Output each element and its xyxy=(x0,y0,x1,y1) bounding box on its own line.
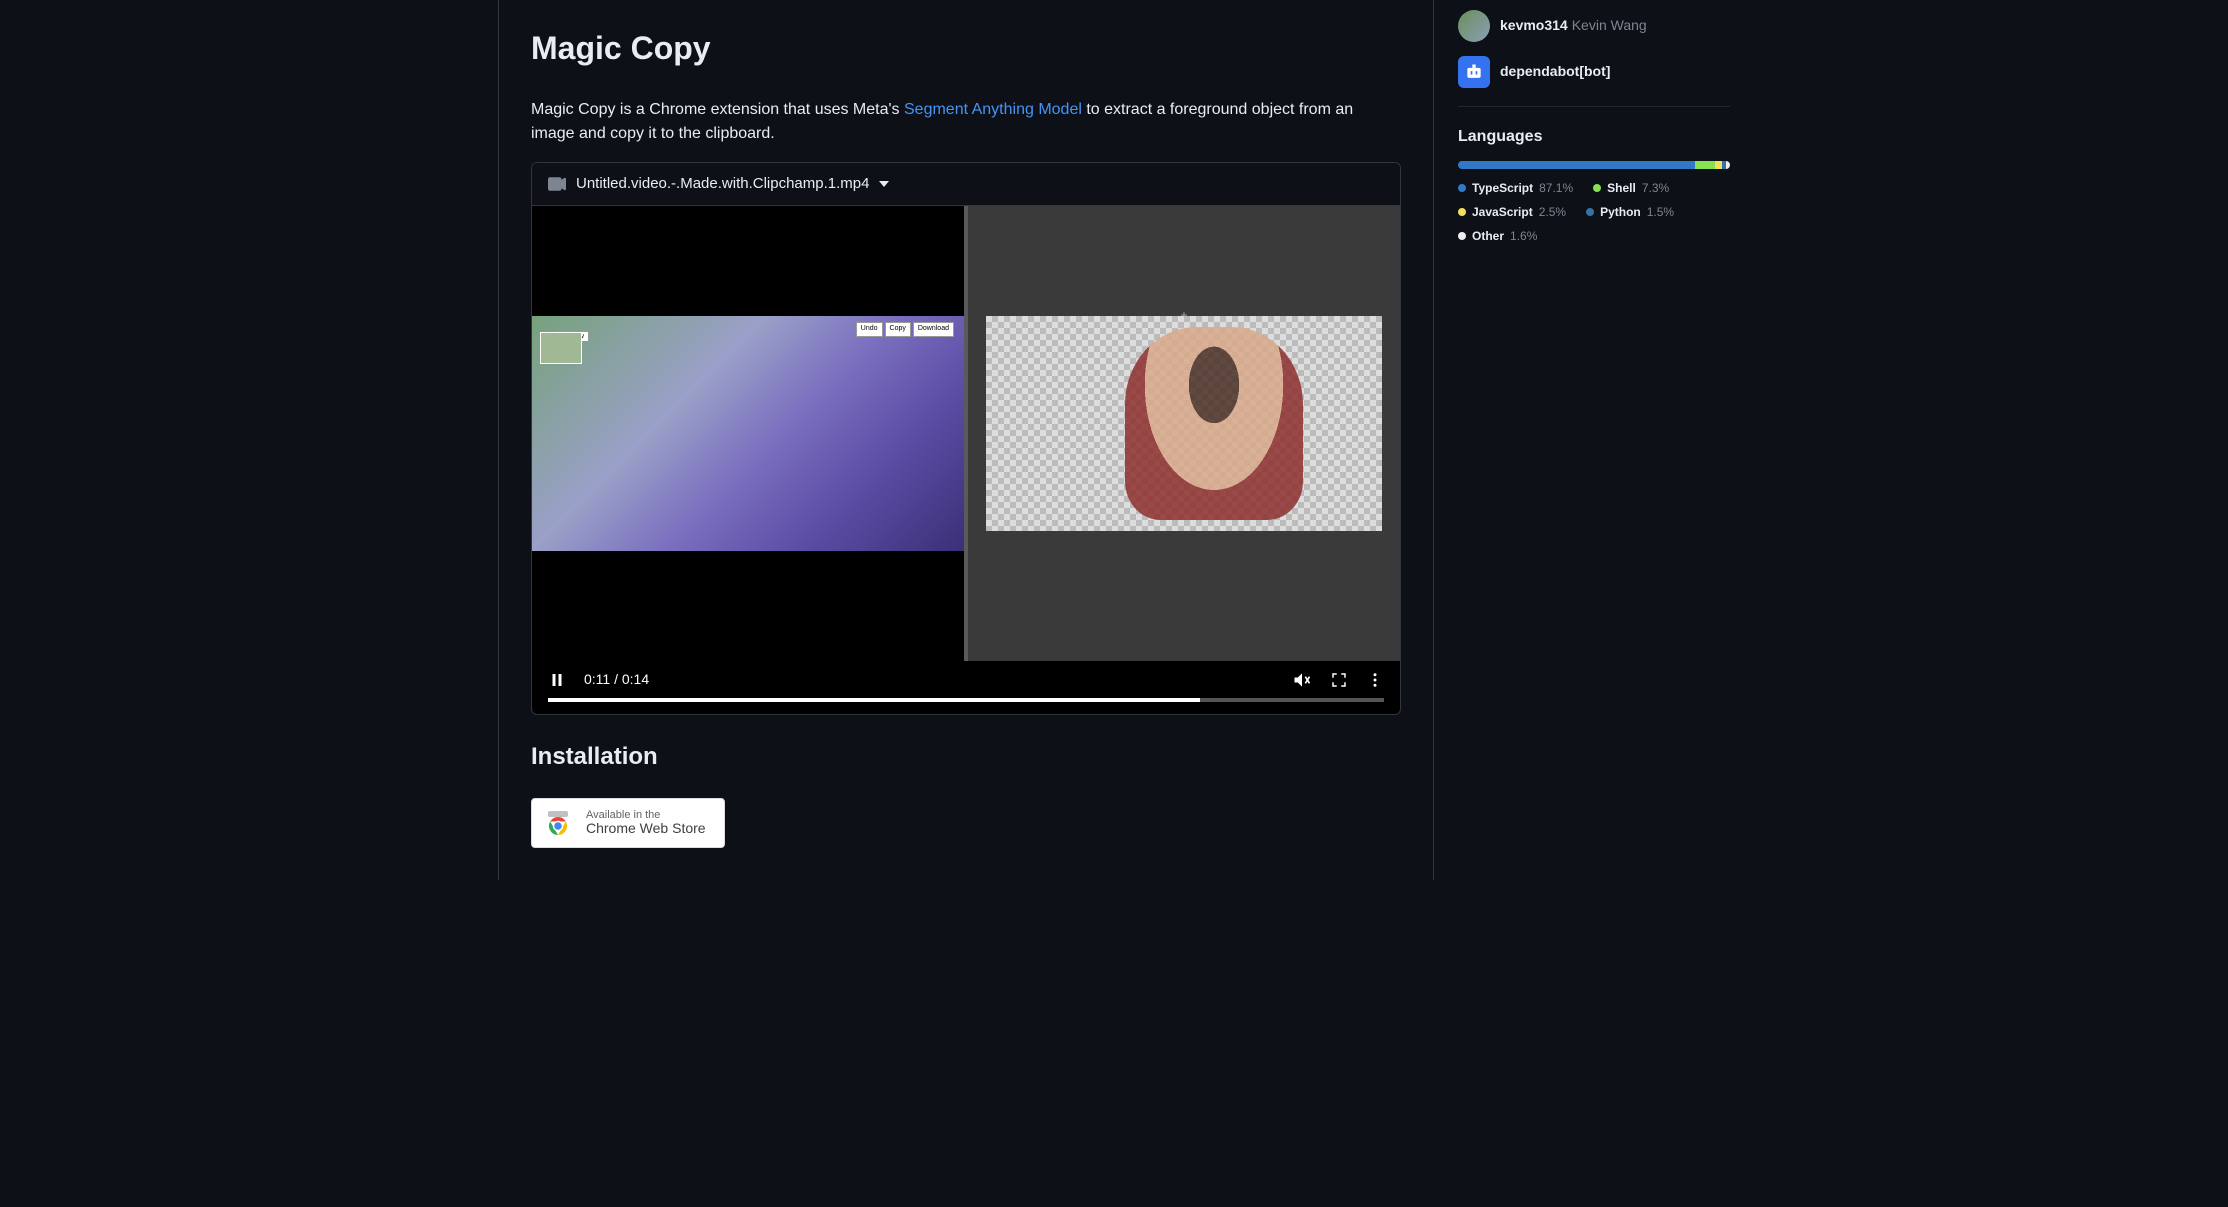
mute-button[interactable] xyxy=(1292,670,1312,690)
video-header[interactable]: Untitled.video.-.Made.with.Clipchamp.1.m… xyxy=(532,163,1400,207)
video-progress-bar[interactable] xyxy=(548,698,1384,702)
sidebar: kevmo314Kevin Wang dependabot[bot] Langu… xyxy=(1434,0,1730,880)
sam-link[interactable]: Segment Anything Model xyxy=(904,101,1082,118)
readme-main: Magic Copy Magic Copy is a Chrome extens… xyxy=(498,0,1434,880)
lang-bar-other xyxy=(1726,161,1730,169)
contributor-username: kevmo314 xyxy=(1500,17,1568,33)
lang-item-javascript[interactable]: JavaScript 2.5% xyxy=(1458,203,1566,221)
readme-title: Magic Copy xyxy=(531,24,1401,82)
contributor-dependabot[interactable]: dependabot[bot] xyxy=(1458,56,1730,88)
chrome-icon xyxy=(544,811,572,835)
lang-dot-icon xyxy=(1458,208,1466,216)
avatar xyxy=(1458,10,1490,42)
contributor-fullname: Kevin Wang xyxy=(1572,17,1647,33)
lang-bar-javascript xyxy=(1715,161,1722,169)
video-controls: 0:11 / 0:14 xyxy=(532,661,1400,694)
lang-dot-icon xyxy=(1586,208,1594,216)
languages-heading: Languages xyxy=(1458,125,1730,149)
contributor-username: dependabot[bot] xyxy=(1500,63,1610,79)
cws-line2: Chrome Web Store xyxy=(586,821,706,836)
video-time-display: 0:11 / 0:14 xyxy=(584,669,649,690)
lang-item-typescript[interactable]: TypeScript 87.1% xyxy=(1458,179,1573,197)
pause-button[interactable] xyxy=(548,671,566,689)
caret-down-icon xyxy=(879,179,889,189)
video-progress-fill xyxy=(548,698,1200,702)
installation-heading: Installation xyxy=(531,739,1401,782)
overlay-thumbnail xyxy=(540,332,582,364)
lang-dot-icon xyxy=(1458,184,1466,192)
overlay-action-buttons: Undo Copy Download xyxy=(856,322,954,337)
fullscreen-button[interactable] xyxy=(1330,671,1348,689)
contributor-kevmo314[interactable]: kevmo314Kevin Wang xyxy=(1458,10,1730,42)
chrome-web-store-badge[interactable]: Available in the Chrome Web Store xyxy=(531,798,725,847)
readme-desc-pre: Magic Copy is a Chrome extension that us… xyxy=(531,101,904,118)
video-frame-left: Preview Undo Copy Download xyxy=(532,206,964,661)
lang-bar-typescript xyxy=(1458,161,1695,169)
lang-item-shell[interactable]: Shell 7.3% xyxy=(1593,179,1669,197)
video-icon xyxy=(548,175,566,193)
lang-dot-icon xyxy=(1458,232,1466,240)
avatar-bot xyxy=(1458,56,1490,88)
cws-text: Available in the Chrome Web Store xyxy=(586,809,706,836)
lang-dot-icon xyxy=(1593,184,1601,192)
languages-list: TypeScript 87.1% Shell 7.3% JavaScript 2… xyxy=(1458,179,1730,245)
languages-bar xyxy=(1458,161,1730,169)
lang-item-other[interactable]: Other 1.6% xyxy=(1458,227,1537,245)
lang-item-python[interactable]: Python 1.5% xyxy=(1586,203,1674,221)
readme-description: Magic Copy is a Chrome extension that us… xyxy=(531,98,1401,146)
video-filename: Untitled.video.-.Made.with.Clipchamp.1.m… xyxy=(576,173,869,196)
video-card: Untitled.video.-.Made.with.Clipchamp.1.m… xyxy=(531,162,1401,716)
more-options-button[interactable] xyxy=(1366,671,1384,689)
video-frame-right: + xyxy=(964,206,1400,661)
lang-bar-shell xyxy=(1695,161,1715,169)
video-body[interactable]: Preview Undo Copy Download + xyxy=(532,206,1400,661)
